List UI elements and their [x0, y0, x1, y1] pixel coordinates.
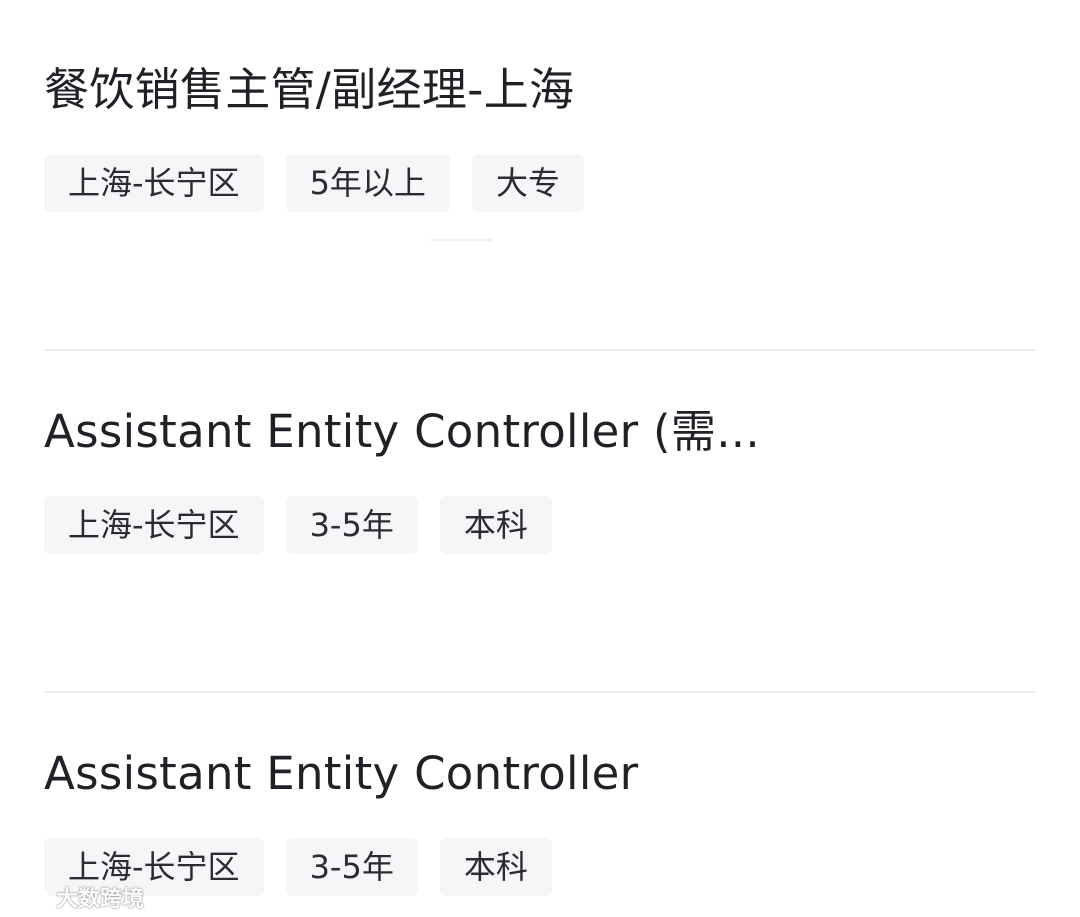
card-divider — [44, 691, 1036, 693]
education-tag: 本科 — [439, 496, 552, 554]
job-card[interactable]: Assistant Entity Controller (需... 上海-长宁区… — [44, 400, 1036, 554]
watermark-text: 大数跨境 — [56, 887, 145, 912]
education-tag: 本科 — [439, 838, 552, 896]
location-tag: 上海-长宁区 — [44, 154, 264, 212]
location-tag: 上海-长宁区 — [44, 496, 264, 554]
experience-tag: 5年以上 — [285, 154, 450, 212]
job-title[interactable]: 餐饮销售主管/副经理-上海 — [44, 58, 1036, 122]
card-divider — [44, 349, 1036, 351]
education-tag: 大专 — [471, 154, 584, 212]
experience-tag: 3-5年 — [285, 496, 418, 554]
job-title[interactable]: Assistant Entity Controller — [44, 742, 1036, 806]
job-card[interactable]: 餐饮销售主管/副经理-上海 上海-长宁区 5年以上 大专 — [44, 58, 1036, 212]
job-tags: 上海-长宁区 3-5年 本科 — [44, 496, 552, 554]
watermark: 大数跨境 — [8, 880, 144, 914]
experience-tag: 3-5年 — [285, 838, 418, 896]
job-title[interactable]: Assistant Entity Controller (需... — [44, 400, 1036, 464]
job-tags: 上海-长宁区 5年以上 大专 — [44, 154, 584, 212]
brand-logo-icon — [10, 887, 49, 907]
job-list: 餐饮销售主管/副经理-上海 上海-长宁区 5年以上 大专 Assistant E… — [0, 0, 1080, 917]
job-card[interactable]: Assistant Entity Controller 上海-长宁区 3-5年 … — [44, 742, 1036, 896]
divider-fragment — [430, 239, 492, 241]
